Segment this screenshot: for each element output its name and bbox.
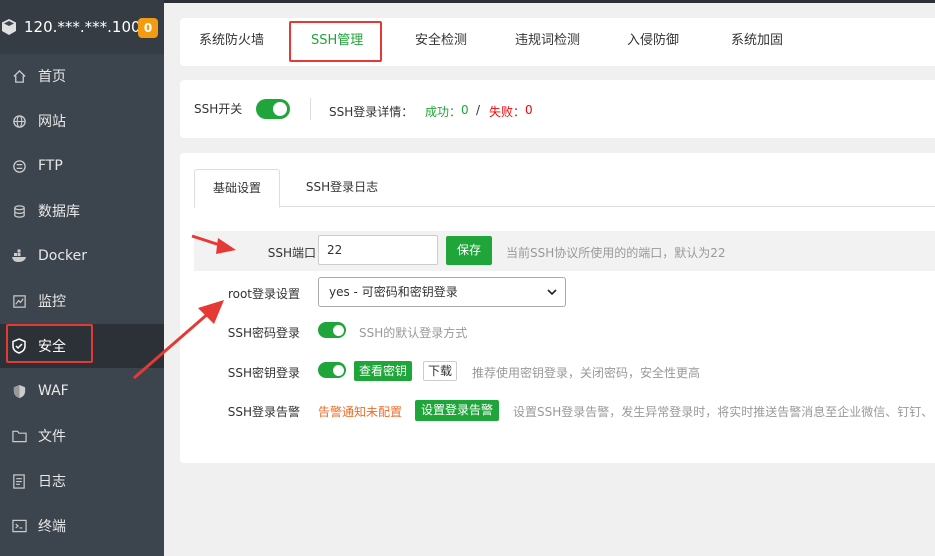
chevron-down-icon [547, 289, 557, 296]
sidebar-item-terminal[interactable]: 终端 [0, 504, 164, 548]
sidebar: 120.***.***.100 0 首页 网站 FTP 数据库 Docker 监… [0, 0, 164, 556]
alert-hint: 设置SSH登录告警，发生异常登录时，将实时推送告警消息至企业微信、钉钉、自 [513, 405, 935, 419]
log-icon [11, 473, 27, 489]
sidebar-item-security[interactable]: 安全 [0, 324, 164, 368]
sidebar-item-label: WAF [38, 383, 69, 399]
sidebar-item-ftp[interactable]: FTP [0, 144, 164, 188]
docker-icon [11, 248, 27, 264]
tab-system-hardening[interactable]: 系统加固 [731, 18, 783, 66]
sidebar-item-database[interactable]: 数据库 [0, 189, 164, 233]
key-login-toggle[interactable] [318, 362, 346, 378]
security-tabbar: 系统防火墙 SSH管理 安全检测 违规词检测 入侵防御 系统加固 [180, 18, 935, 66]
save-port-button[interactable]: 保存 [446, 236, 492, 265]
server-ip: 120.***.***.100 [24, 18, 141, 36]
waf-shield-icon [11, 383, 27, 399]
sidebar-item-files[interactable]: 文件 [0, 414, 164, 458]
server-header[interactable]: 120.***.***.100 0 [0, 0, 164, 54]
view-key-button[interactable]: 查看密钥 [354, 361, 412, 381]
ssh-switch-label: SSH开关 [194, 102, 243, 116]
sidebar-item-home[interactable]: 首页 [0, 54, 164, 98]
terminal-icon [11, 518, 27, 534]
fail-label: 失败： [489, 105, 526, 119]
settings-subtabs: 基础设置 SSH登录日志 [194, 169, 935, 208]
alert-status-text[interactable]: 告警通知未配置 [318, 403, 402, 420]
sidebar-item-label: FTP [38, 158, 63, 174]
shield-icon [11, 338, 27, 354]
sidebar-item-label: 文件 [38, 429, 66, 445]
root-login-select[interactable]: yes - 可密码和密钥登录 [318, 277, 566, 307]
folder-icon [11, 428, 27, 444]
port-hint: 当前SSH协议所使用的的端口，默认为22 [506, 246, 726, 260]
ssh-status-bar: SSH开关 SSH登录详情： 成功： 0 / 失败： 0 [180, 80, 935, 138]
root-login-select-value: yes - 可密码和密钥登录 [329, 285, 458, 299]
monitor-icon [11, 293, 27, 309]
ssh-login-detail-label: SSH登录详情： [329, 105, 414, 119]
sidebar-item-docker[interactable]: Docker [0, 234, 164, 278]
sidebar-item-logs[interactable]: 日志 [0, 459, 164, 503]
subtab-basic-settings[interactable]: 基础设置 [194, 169, 280, 208]
sidebar-item-label: 网站 [38, 114, 66, 130]
tab-firewall[interactable]: 系统防火墙 [199, 18, 264, 66]
success-count[interactable]: 0 [461, 103, 469, 117]
sidebar-item-label: 安全 [38, 339, 66, 355]
subtab-ssh-login-log[interactable]: SSH登录日志 [292, 169, 392, 207]
sidebar-item-waf[interactable]: WAF [0, 369, 164, 413]
database-icon [11, 203, 27, 219]
sidebar-item-label: 数据库 [38, 204, 80, 220]
download-key-button[interactable]: 下载 [423, 361, 457, 381]
fail-count[interactable]: 0 [525, 103, 533, 117]
key-login-label: SSH密钥登录 [227, 366, 300, 380]
set-login-alert-button[interactable]: 设置登录告警 [415, 400, 499, 421]
login-alert-label: SSH登录告警 [227, 405, 300, 419]
password-login-label: SSH密码登录 [227, 326, 300, 340]
ssh-switch-toggle[interactable] [256, 99, 290, 119]
sidebar-item-label: 首页 [38, 69, 66, 85]
sidebar-item-monitor[interactable]: 监控 [0, 279, 164, 323]
password-login-toggle[interactable] [318, 322, 346, 338]
divider [310, 98, 311, 120]
sidebar-item-website[interactable]: 网站 [0, 99, 164, 143]
tab-security-scan[interactable]: 安全检测 [415, 18, 467, 66]
notification-badge[interactable]: 0 [138, 18, 158, 38]
count-separator: / [476, 103, 481, 117]
ssh-port-input[interactable]: 22 [318, 235, 438, 265]
main-content: 系统防火墙 SSH管理 安全检测 违规词检测 入侵防御 系统加固 SSH开关 S… [164, 0, 935, 556]
tab-intrusion-prevention[interactable]: 入侵防御 [627, 18, 679, 66]
success-label: 成功： [425, 105, 462, 119]
tab-ssh[interactable]: SSH管理 [311, 18, 364, 66]
key-login-hint: 推荐使用密钥登录，关闭密码，安全性更高 [472, 366, 701, 380]
sidebar-item-label: 日志 [38, 474, 66, 490]
sidebar-item-label: 终端 [38, 519, 66, 535]
ssh-settings-panel: 基础设置 SSH登录日志 SSH端口 22 保存 当前SSH协议所使用的的端口，… [180, 153, 935, 463]
home-icon [11, 68, 27, 84]
password-login-hint: SSH的默认登录方式 [359, 326, 468, 340]
globe-icon [11, 113, 27, 129]
sidebar-item-label: 监控 [38, 294, 66, 310]
ssh-port-label: SSH端口 [267, 246, 316, 260]
root-login-label: root登录设置 [227, 287, 300, 301]
server-icon [2, 19, 16, 35]
tab-word-detection[interactable]: 违规词检测 [515, 18, 580, 66]
sidebar-item-label: Docker [38, 248, 88, 264]
ftp-icon [11, 158, 27, 174]
